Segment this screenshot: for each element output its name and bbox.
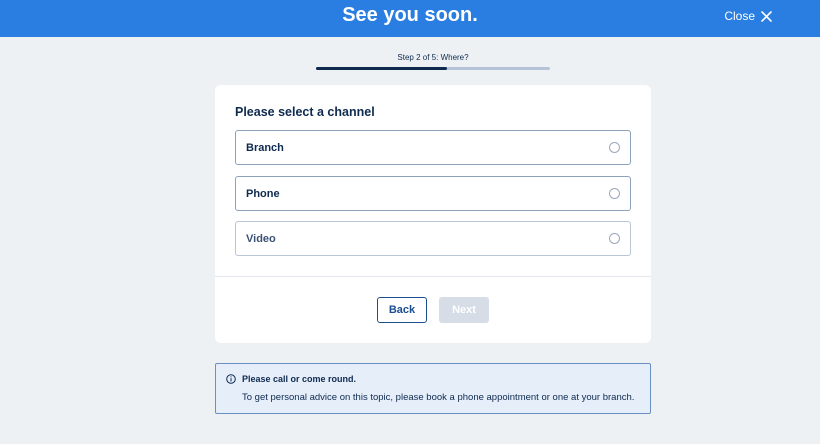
next-button[interactable]: Next xyxy=(439,297,489,323)
card-divider xyxy=(215,276,651,277)
close-icon xyxy=(761,10,772,22)
notice-title: Please call or come round. xyxy=(242,374,357,384)
option-label: Video xyxy=(246,232,276,245)
notice-text: To get personal advice on this topic, pl… xyxy=(242,392,635,403)
back-button[interactable]: Back xyxy=(377,297,427,323)
radio-button[interactable] xyxy=(609,233,620,244)
radio-button[interactable] xyxy=(609,142,620,153)
info-icon xyxy=(226,374,236,384)
header-bar: See you soon. Close xyxy=(0,0,820,37)
progress-stepper: Step 2 of 5: Where? xyxy=(316,53,550,70)
channel-card: Please select a channel Branch Phone Vid… xyxy=(215,85,651,343)
progress-fill xyxy=(316,67,448,70)
option-branch[interactable]: Branch xyxy=(235,130,631,165)
close-button[interactable]: Close xyxy=(724,9,772,23)
progress-track xyxy=(316,67,550,70)
option-video[interactable]: Video xyxy=(235,221,631,256)
option-label: Branch xyxy=(246,141,284,154)
channel-heading: Please select a channel xyxy=(235,105,375,119)
info-notice: Please call or come round. To get person… xyxy=(215,363,651,414)
radio-button[interactable] xyxy=(609,188,620,199)
close-label: Close xyxy=(724,9,755,23)
step-label: Step 2 of 5: Where? xyxy=(397,53,469,62)
page-title: See you soon. xyxy=(342,4,478,26)
option-phone[interactable]: Phone xyxy=(235,176,631,211)
option-label: Phone xyxy=(246,187,280,200)
